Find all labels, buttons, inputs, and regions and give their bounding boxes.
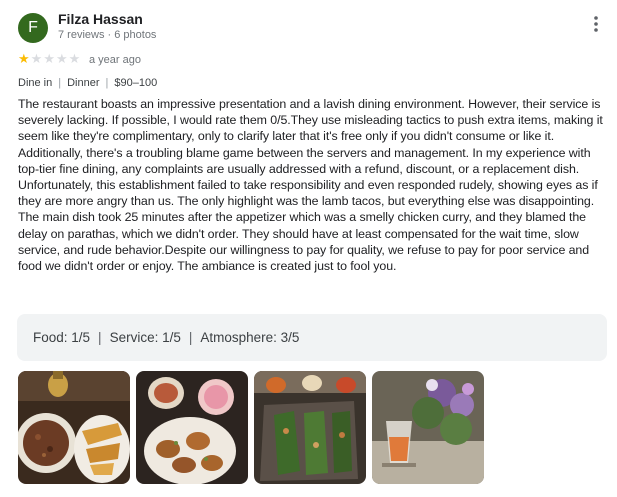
star-empty-icon: ★ — [68, 51, 81, 66]
service-rating: Service: 1/5 — [109, 330, 181, 345]
reviewer-name[interactable]: Filza Hassan — [58, 11, 143, 27]
rating-separator: | — [188, 330, 193, 345]
review-time: a year ago — [89, 54, 141, 66]
tag-meal: Dinner — [67, 77, 100, 89]
star-empty-icon: ★ — [30, 51, 43, 66]
rating-separator: | — [98, 330, 102, 345]
avatar[interactable]: F — [18, 13, 48, 43]
atmosphere-rating: Atmosphere: 3/5 — [200, 330, 300, 345]
tag-separator: | — [105, 77, 109, 89]
star-rating: ★ ★ ★ ★ ★ — [18, 52, 80, 66]
star-filled-icon: ★ — [18, 51, 30, 66]
review-card: F Filza Hassan 7 reviews · 6 photos ★ ★ … — [0, 0, 617, 497]
tag-price: $90–100 — [114, 77, 158, 89]
tag-separator: | — [58, 77, 62, 89]
review-photo-1[interactable] — [18, 371, 130, 484]
star-empty-icon: ★ — [43, 51, 55, 66]
tag-dine-in: Dine in — [18, 77, 53, 89]
review-photo-3[interactable] — [254, 371, 366, 484]
star-empty-icon: ★ — [55, 51, 68, 66]
sub-ratings: Food: 1/5 | Service: 1/5 | Atmosphere: 3… — [17, 314, 607, 361]
visit-tags: Dine in | Dinner | $90–100 — [18, 77, 157, 89]
food-rating: Food: 1/5 — [33, 330, 91, 345]
review-photo-4[interactable] — [372, 371, 484, 484]
review-text: The restaurant boasts an impressive pres… — [18, 97, 603, 274]
more-options-button[interactable] — [584, 14, 608, 42]
more-vert-icon — [594, 16, 598, 32]
review-photo-2[interactable] — [136, 371, 248, 484]
reviewer-meta: 7 reviews · 6 photos — [58, 29, 157, 41]
review-photos — [18, 371, 484, 484]
